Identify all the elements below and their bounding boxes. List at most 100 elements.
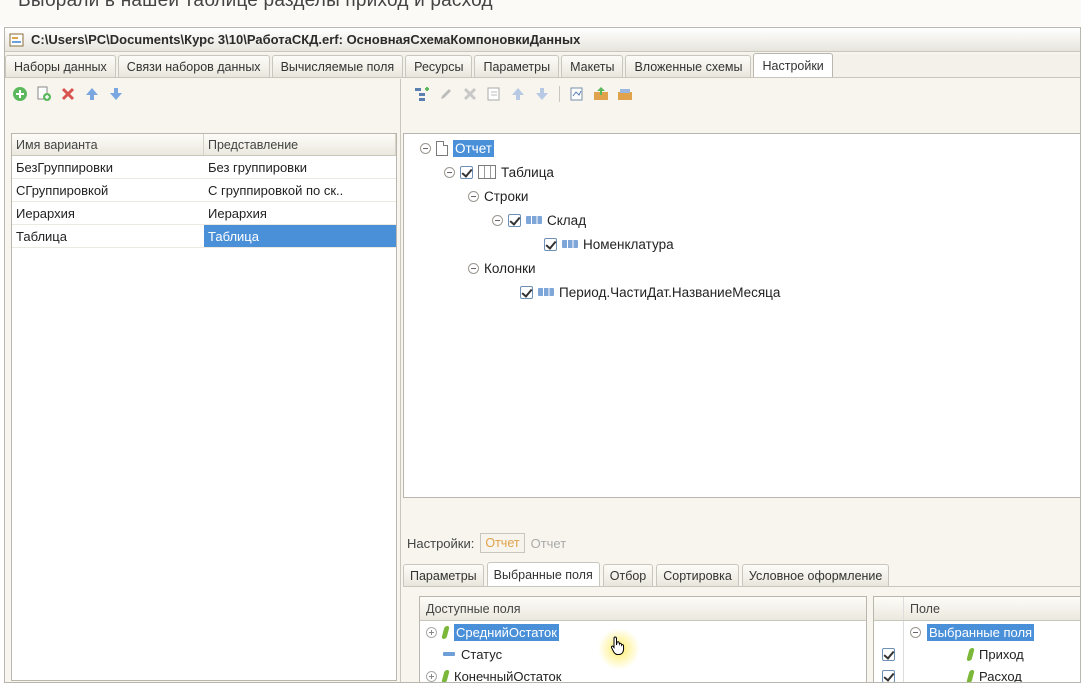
structure-toolbar	[403, 79, 1080, 109]
tab-resources[interactable]: Ресурсы	[405, 55, 473, 77]
toolbar-separator	[559, 86, 560, 102]
available-fields-list: Доступные поля СреднийОстаток Статус Кон…	[419, 596, 867, 683]
edit-icon[interactable]	[437, 85, 455, 103]
list-item[interactable]: Статус	[420, 643, 866, 665]
grouping-icon	[538, 288, 554, 296]
table-row[interactable]: СГруппировкой С группировкой по ск..	[12, 179, 396, 202]
check-cell	[874, 643, 904, 665]
report-icon	[436, 140, 448, 156]
settings-tabs: Параметры Выбранные поля Отбор Сортировк…	[403, 562, 1080, 587]
delete-icon[interactable]	[461, 85, 479, 103]
tab-filter[interactable]: Отбор	[602, 564, 654, 586]
checkbox[interactable]	[544, 237, 557, 251]
tab-parameters[interactable]: Параметры	[403, 564, 484, 586]
window-title: C:\Users\PC\Documents\Курс 3\10\РаботаСК…	[31, 32, 581, 47]
tree-label-report: Отчет	[453, 139, 494, 157]
field-label: КонечныйОстаток	[454, 668, 562, 683]
check-cell	[874, 665, 904, 682]
tree-label-nomenclature: Номенклатура	[583, 236, 674, 252]
copy-icon[interactable]	[35, 85, 53, 103]
tab-selected-fields[interactable]: Выбранные поля	[486, 562, 600, 586]
table-icon	[478, 165, 496, 179]
variant-name: Таблица	[16, 229, 67, 244]
collapse-icon[interactable]	[420, 142, 431, 154]
grouping-icon	[526, 216, 542, 224]
selected-fields-header-label: Поле	[910, 601, 940, 616]
resource-icon	[966, 647, 975, 661]
table-row-selected[interactable]: Таблица Таблица	[12, 225, 396, 248]
title-bar: C:\Users\PC\Documents\Курс 3\10\РаботаСК…	[5, 28, 1080, 52]
tab-layouts[interactable]: Макеты	[561, 55, 624, 77]
variant-presentation: С группировкой по ск..	[208, 183, 344, 198]
field-label: СреднийОстаток	[454, 623, 559, 641]
tab-parameters[interactable]: Параметры	[474, 55, 560, 77]
move-down-icon[interactable]	[533, 85, 551, 103]
tab-settings[interactable]: Настройки	[753, 53, 833, 77]
checkbox[interactable]	[508, 213, 521, 227]
structure-tree: Отчет Таблица Строки Склад Номенклатура …	[403, 133, 1080, 498]
move-down-icon[interactable]	[107, 85, 125, 103]
tree-node-nomenclature[interactable]: Номенклатура	[544, 233, 674, 255]
tree-node-columns[interactable]: Колонки	[468, 257, 536, 279]
tab-dataset-links[interactable]: Связи наборов данных	[117, 55, 270, 77]
checkbox[interactable]	[882, 669, 895, 682]
checkbox[interactable]	[882, 647, 895, 661]
variant-name: БезГруппировки	[16, 160, 113, 175]
settings-selector: Настройки: Отчет Отчет	[407, 533, 566, 553]
move-up-icon[interactable]	[509, 85, 527, 103]
collapse-icon[interactable]	[492, 214, 503, 226]
variants-table: Имя варианта Представление БезГруппировк…	[11, 133, 397, 681]
properties-icon[interactable]	[485, 85, 503, 103]
delete-icon[interactable]	[59, 85, 77, 103]
settings-label: Настройки:	[407, 535, 475, 551]
settings-button[interactable]: Отчет	[480, 533, 525, 553]
caption-text: Выбрали в нашей таблице разделы приход и…	[18, 0, 493, 11]
expand-icon[interactable]	[426, 626, 437, 638]
table-row[interactable]: Иерархия Иерархия	[12, 202, 396, 225]
collapse-icon[interactable]	[468, 262, 479, 274]
list-item[interactable]: КонечныйОстаток	[420, 665, 866, 683]
download-settings-icon[interactable]	[616, 85, 634, 103]
tree-node-report[interactable]: Отчет	[420, 137, 494, 159]
column-header-name[interactable]: Имя варианта	[12, 134, 204, 155]
column-header-presentation[interactable]: Представление	[204, 134, 396, 155]
collapse-icon[interactable]	[468, 190, 479, 202]
tab-calculated-fields[interactable]: Вычисляемые поля	[271, 55, 404, 77]
tree-node-period[interactable]: Период.ЧастиДат.НазваниеМесяца	[520, 281, 780, 303]
variant-name: СГруппировкой	[16, 183, 109, 198]
table-row[interactable]: БезГруппировки Без группировки	[12, 156, 396, 179]
list-item[interactable]: Приход	[874, 643, 1080, 665]
add-icon[interactable]	[11, 85, 29, 103]
grouping-icon	[562, 240, 578, 248]
upload-settings-icon[interactable]	[592, 85, 610, 103]
report-settings-icon[interactable]	[568, 85, 586, 103]
checkbox[interactable]	[520, 285, 533, 299]
selected-fields-header: Поле	[874, 597, 1080, 621]
variant-name: Иерархия	[16, 206, 75, 221]
collapse-icon[interactable]	[910, 626, 921, 638]
add-grouping-icon[interactable]	[413, 85, 431, 103]
tab-sorting[interactable]: Сортировка	[656, 564, 739, 586]
field-label: Приход	[979, 646, 1024, 662]
tree-node-rows[interactable]: Строки	[468, 185, 528, 207]
check-column-header	[874, 597, 904, 620]
tab-conditional-appearance[interactable]: Условное оформление	[741, 564, 890, 586]
checkbox[interactable]	[460, 165, 473, 179]
expand-icon[interactable]	[426, 670, 437, 682]
tree-node-table[interactable]: Таблица	[444, 161, 554, 183]
tree-node-warehouse[interactable]: Склад	[492, 209, 586, 231]
hand-cursor-icon	[610, 636, 625, 655]
tab-nested-schemes[interactable]: Вложенные схемы	[625, 55, 752, 77]
check-cell	[874, 621, 904, 643]
tab-datasets[interactable]: Наборы данных	[5, 55, 116, 77]
settings-value: Отчет	[530, 535, 567, 551]
list-item[interactable]: Расход	[874, 665, 1080, 683]
list-item[interactable]: Выбранные поля	[874, 621, 1080, 643]
collapse-icon[interactable]	[444, 166, 455, 178]
tree-label-table: Таблица	[501, 164, 554, 180]
list-item[interactable]: СреднийОстаток	[420, 621, 866, 643]
field-label: Расход	[979, 668, 1022, 683]
available-fields-header: Доступные поля	[420, 597, 866, 621]
move-up-icon[interactable]	[83, 85, 101, 103]
field-group-label: Выбранные поля	[927, 623, 1035, 641]
